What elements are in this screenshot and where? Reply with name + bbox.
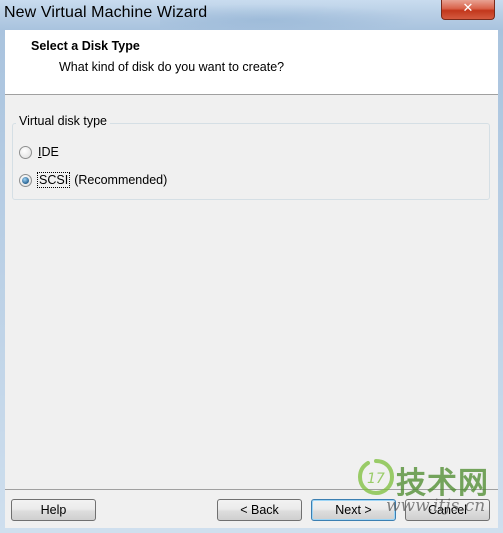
footer-divider bbox=[5, 489, 498, 490]
page-title: Select a Disk Type bbox=[31, 39, 140, 53]
window-title: New Virtual Machine Wizard bbox=[4, 4, 208, 21]
disk-type-groupbox bbox=[12, 123, 490, 200]
radio-ide[interactable] bbox=[19, 145, 32, 159]
radio-option-scsi[interactable]: SCSI (Recommended) bbox=[19, 172, 167, 188]
window-frame-bottom bbox=[0, 528, 503, 533]
radio-ide-label: IDE bbox=[38, 145, 59, 159]
close-icon: ✕ bbox=[462, 1, 474, 16]
wizard-window: New Virtual Machine Wizard ✕ Select a Di… bbox=[0, 0, 503, 533]
page-subtitle: What kind of disk do you want to create? bbox=[59, 60, 285, 74]
next-button-label: Next > bbox=[335, 503, 372, 517]
window-frame-left bbox=[0, 30, 5, 533]
radio-scsi[interactable] bbox=[19, 173, 32, 187]
cancel-button[interactable]: Cancel bbox=[405, 499, 490, 521]
help-button[interactable]: Help bbox=[11, 499, 96, 521]
radio-scsi-label-wrap: SCSI bbox=[36, 172, 71, 188]
title-bar[interactable]: New Virtual Machine Wizard ✕ bbox=[0, 0, 503, 30]
radio-option-ide[interactable]: IDE bbox=[19, 144, 59, 160]
window-frame-right bbox=[498, 30, 503, 533]
watermark-text: 技术网 bbox=[396, 466, 489, 501]
radio-scsi-label: SCSI bbox=[39, 173, 69, 187]
watermark-logo-text: 17 bbox=[367, 471, 385, 487]
close-button[interactable]: ✕ bbox=[441, 0, 495, 20]
back-button[interactable]: < Back bbox=[217, 499, 302, 521]
radio-scsi-suffix: (Recommended) bbox=[74, 173, 168, 187]
wizard-header: Select a Disk Type What kind of disk do … bbox=[5, 30, 498, 95]
back-button-label: < Back bbox=[240, 503, 279, 517]
next-button[interactable]: Next > bbox=[311, 499, 396, 521]
groupbox-label: Virtual disk type bbox=[16, 114, 111, 128]
